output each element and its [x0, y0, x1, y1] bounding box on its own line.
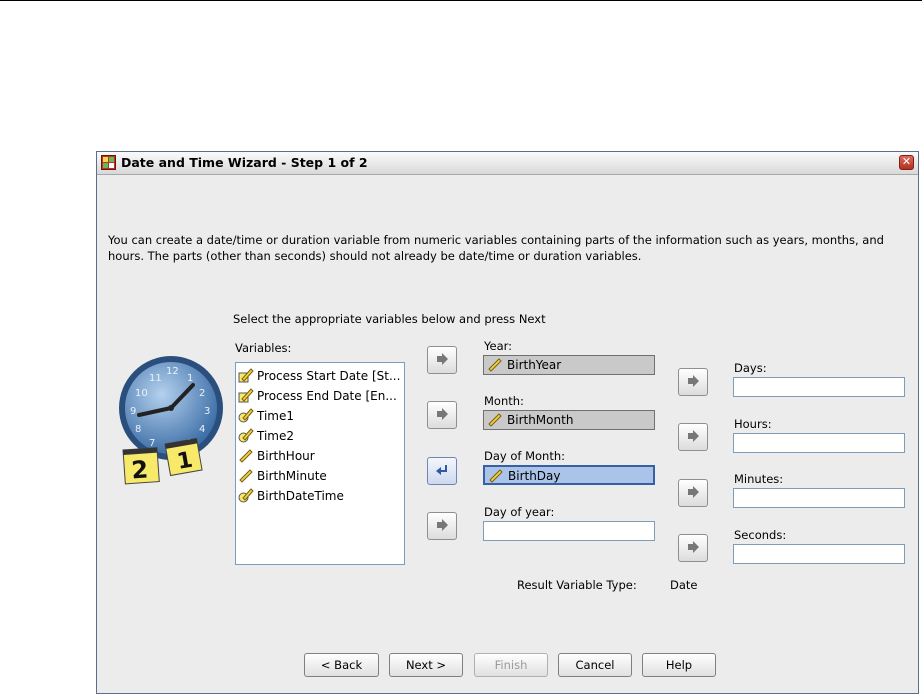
- list-item-label: Process Start Date [St...: [257, 369, 401, 383]
- scale-ruler-icon: [489, 469, 503, 483]
- close-icon: ✕: [901, 155, 912, 168]
- month-label: Month:: [484, 394, 524, 408]
- clock-calendar-icon: 1212 345 11109 876 2 1: [119, 356, 223, 485]
- title-bar[interactable]: Date and Time Wizard - Step 1 of 2 ✕: [97, 152, 918, 175]
- scale-ruler-icon: [488, 358, 502, 372]
- arrow-right-icon: [688, 430, 699, 442]
- svg-text:10: 10: [135, 388, 148, 399]
- finish-button[interactable]: Finish: [474, 653, 548, 677]
- svg-text:2: 2: [199, 388, 205, 399]
- instructions-text: Select the appropriate variables below a…: [233, 312, 546, 326]
- close-button[interactable]: ✕: [899, 155, 914, 170]
- minutes-label: Minutes:: [734, 472, 784, 486]
- list-item[interactable]: Process End Date [En...: [236, 386, 404, 406]
- move-to-days-button[interactable]: [678, 368, 708, 396]
- move-back-day-of-month-button[interactable]: [427, 457, 457, 485]
- move-to-hours-button[interactable]: [678, 423, 708, 451]
- list-item-label: Time1: [257, 409, 295, 423]
- dialog-title: Date and Time Wizard - Step 1 of 2: [121, 155, 368, 170]
- day-of-month-field[interactable]: BirthDay: [483, 465, 655, 485]
- arrow-back-icon: [436, 465, 447, 475]
- move-to-day-of-year-button[interactable]: [427, 512, 457, 540]
- days-label: Days:: [734, 361, 767, 375]
- year-field[interactable]: BirthYear: [483, 355, 655, 375]
- date-variable-icon: [238, 388, 254, 403]
- time-variable-icon: [238, 488, 254, 503]
- next-button[interactable]: Next >: [389, 653, 463, 677]
- arrow-right-icon: [688, 541, 699, 553]
- date-time-wizard-dialog: Date and Time Wizard - Step 1 of 2 ✕ You…: [96, 151, 919, 694]
- svg-text:8: 8: [135, 424, 141, 435]
- svg-text:1: 1: [187, 373, 193, 384]
- svg-text:12: 12: [166, 366, 179, 377]
- list-item-label: Time2: [257, 429, 295, 443]
- list-item[interactable]: Time1: [236, 406, 404, 426]
- cancel-button[interactable]: Cancel: [558, 653, 632, 677]
- list-item[interactable]: Process Start Date [St...: [236, 366, 404, 386]
- move-to-month-button[interactable]: [427, 401, 457, 429]
- move-to-year-button[interactable]: [427, 346, 457, 374]
- date-variable-icon: [238, 368, 254, 383]
- help-button[interactable]: Help: [642, 653, 716, 677]
- result-type-label: Result Variable Type:: [517, 578, 637, 592]
- svg-text:3: 3: [204, 406, 210, 417]
- list-item-label: BirthDateTime: [257, 489, 344, 503]
- minutes-field[interactable]: [733, 488, 905, 508]
- seconds-field[interactable]: [733, 544, 905, 564]
- variables-label: Variables:: [235, 341, 292, 355]
- move-to-minutes-button[interactable]: [678, 479, 708, 507]
- back-button[interactable]: < Back: [304, 653, 379, 677]
- list-item-label: Process End Date [En...: [257, 389, 397, 403]
- arrow-right-icon: [688, 486, 699, 498]
- day-of-year-field[interactable]: [483, 521, 655, 541]
- list-item[interactable]: BirthHour: [236, 446, 404, 466]
- year-label: Year:: [484, 339, 513, 353]
- arrow-right-icon: [437, 353, 448, 365]
- hours-field[interactable]: [733, 433, 905, 453]
- month-field[interactable]: BirthMonth: [483, 410, 655, 430]
- move-to-seconds-button[interactable]: [678, 534, 708, 562]
- arrow-right-icon: [437, 408, 448, 420]
- intro-text: You can create a date/time or duration v…: [108, 233, 884, 263]
- result-type-value: Date: [670, 578, 698, 592]
- top-rule: [0, 0, 922, 1]
- day-of-month-label: Day of Month:: [484, 449, 566, 463]
- svg-text:9: 9: [130, 406, 136, 417]
- list-item-label: BirthMinute: [257, 469, 327, 483]
- time-variable-icon: [238, 428, 254, 443]
- svg-text:2: 2: [130, 455, 149, 484]
- day-of-year-label: Day of year:: [484, 505, 555, 519]
- days-field[interactable]: [733, 377, 905, 397]
- arrow-right-icon: [437, 519, 448, 531]
- list-item[interactable]: BirthDateTime: [236, 486, 404, 506]
- scale-ruler-icon: [488, 413, 502, 427]
- svg-text:11: 11: [149, 373, 162, 384]
- arrow-right-icon: [688, 375, 699, 387]
- list-item-label: BirthHour: [257, 449, 315, 463]
- svg-text:4: 4: [199, 424, 205, 435]
- hours-label: Hours:: [734, 417, 772, 431]
- seconds-label: Seconds:: [734, 528, 787, 542]
- scale-variable-icon: [239, 449, 253, 463]
- time-variable-icon: [238, 408, 254, 423]
- list-item[interactable]: Time2: [236, 426, 404, 446]
- scale-variable-icon: [239, 469, 253, 483]
- variables-list[interactable]: Process Start Date [St... Process End Dat…: [235, 362, 405, 565]
- app-grid-icon: [101, 155, 116, 170]
- list-item[interactable]: BirthMinute: [236, 466, 404, 486]
